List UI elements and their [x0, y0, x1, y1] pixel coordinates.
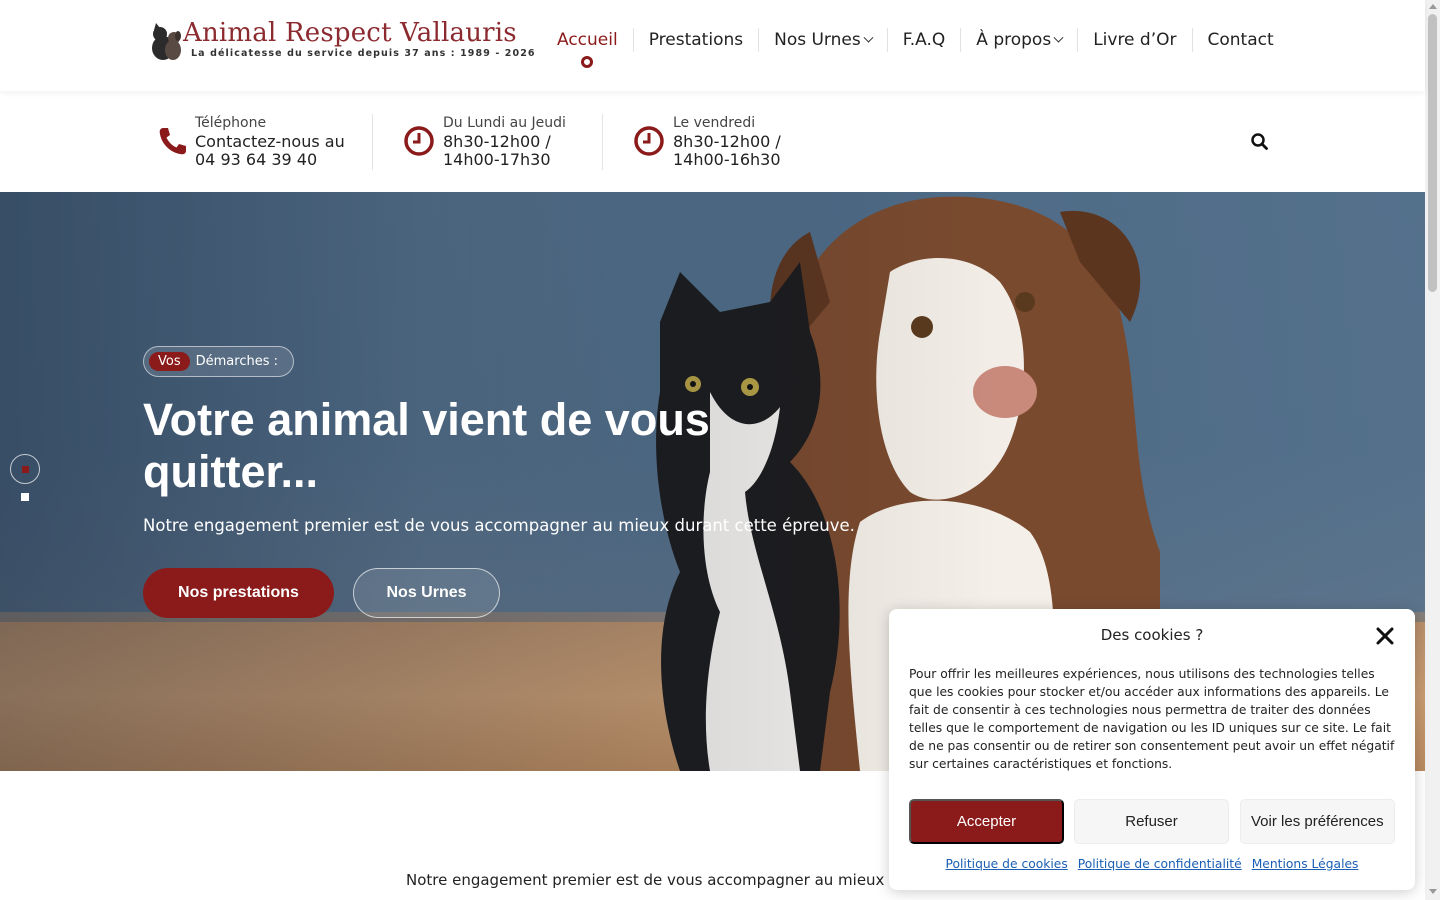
nav-item-contact[interactable]: Contact: [1193, 28, 1289, 52]
slide-dot-1[interactable]: [10, 454, 40, 484]
cookie-policy-link[interactable]: Politique de cookies: [946, 857, 1068, 871]
scroll-down-arrow-icon[interactable]: [1429, 889, 1437, 894]
privacy-policy-link[interactable]: Politique de confidentialité: [1078, 857, 1242, 871]
nav-item-accueil[interactable]: Accueil: [542, 28, 634, 68]
friday-hours: Le vendredi 8h30-12h00 / 14h00-16h30: [633, 115, 823, 171]
phone-line1: Contactez-nous au: [195, 132, 345, 151]
divider: [602, 114, 603, 170]
hero-title: Votre animal vient de vous quitter...: [143, 394, 710, 497]
nos-prestations-button[interactable]: Nos prestations: [143, 568, 334, 618]
search-icon[interactable]: [1250, 132, 1270, 152]
weekday-morning: 8h30-12h00 /: [443, 132, 551, 151]
slide-dot-2[interactable]: [21, 493, 29, 501]
friday-afternoon: 14h00-16h30: [673, 150, 781, 169]
active-indicator-icon: [581, 56, 594, 68]
chevron-down-icon: [1053, 32, 1064, 43]
cookie-consent-dialog: Des cookies ? Pour offrir les meilleures…: [889, 609, 1415, 890]
clock-icon: [634, 126, 664, 156]
tag-pill: Vos: [149, 352, 190, 371]
clock-icon: [404, 126, 434, 156]
chevron-down-icon: [863, 32, 874, 43]
pets-logo-icon: [152, 23, 181, 60]
page-scrollbar[interactable]: [1425, 0, 1440, 900]
hero-subtitle: Notre engagement premier est de vous acc…: [143, 516, 855, 535]
scroll-up-arrow-icon[interactable]: [1429, 4, 1437, 9]
phone-icon: [159, 128, 186, 155]
cookie-description: Pour offrir les meilleures expériences, …: [909, 667, 1395, 771]
info-bar: Téléphone Contactez-nous au 04 93 64 39 …: [0, 91, 1425, 192]
friday-label: Le vendredi: [673, 115, 756, 131]
weekday-label: Du Lundi au Jeudi: [443, 115, 566, 131]
cookie-links: Politique de cookies Politique de confid…: [889, 857, 1415, 871]
cookie-title: Des cookies ?: [1100, 626, 1204, 644]
main-nav: Accueil Prestations Nos Urnes F.A.Q À pr…: [542, 28, 1289, 68]
nav-item-livre-dor[interactable]: Livre d’Or: [1078, 28, 1193, 52]
nav-item-nos-urnes[interactable]: Nos Urnes: [759, 28, 888, 52]
nav-label: Nos Urnes: [774, 30, 861, 50]
phone-info[interactable]: Téléphone Contactez-nous au 04 93 64 39 …: [157, 115, 357, 171]
scrollbar-thumb[interactable]: [1428, 14, 1437, 292]
nav-label: Prestations: [648, 30, 744, 50]
weekday-hours: Du Lundi au Jeudi 8h30-12h00 / 14h00-17h…: [403, 115, 593, 171]
nav-item-a-propos[interactable]: À propos: [961, 28, 1079, 52]
site-logo[interactable]: Animal Respect Vallauris La délicatesse …: [149, 18, 535, 64]
accept-cookies-button[interactable]: Accepter: [909, 799, 1064, 844]
nav-label: Contact: [1207, 30, 1274, 50]
logo-title: Animal Respect Vallauris: [183, 18, 517, 48]
intro-text: Notre engagement premier est de vous acc…: [406, 871, 924, 889]
nav-label: Livre d’Or: [1093, 30, 1177, 50]
nav-label: F.A.Q: [902, 30, 946, 50]
nav-label: Accueil: [557, 30, 618, 50]
tag-text: Démarches :: [195, 354, 278, 369]
nav-item-prestations[interactable]: Prestations: [634, 28, 760, 52]
close-icon[interactable]: [1376, 627, 1394, 645]
hero-tagline: Vos Démarches :: [143, 346, 294, 377]
nav-label: À propos: [976, 30, 1052, 50]
phone-number: 04 93 64 39 40: [195, 150, 318, 169]
friday-morning: 8h30-12h00 /: [673, 132, 781, 151]
nav-item-faq[interactable]: F.A.Q: [888, 28, 962, 52]
site-header: Animal Respect Vallauris La délicatesse …: [0, 0, 1425, 91]
nos-urnes-button[interactable]: Nos Urnes: [353, 568, 500, 618]
divider: [372, 114, 373, 170]
legal-notice-link[interactable]: Mentions Légales: [1252, 857, 1359, 871]
cookie-preferences-button[interactable]: Voir les préférences: [1240, 799, 1395, 844]
refuse-cookies-button[interactable]: Refuser: [1074, 799, 1229, 844]
logo-subtitle: La délicatesse du service depuis 37 ans …: [191, 48, 536, 59]
weekday-afternoon: 14h00-17h30: [443, 150, 551, 169]
phone-label: Téléphone: [195, 115, 267, 131]
